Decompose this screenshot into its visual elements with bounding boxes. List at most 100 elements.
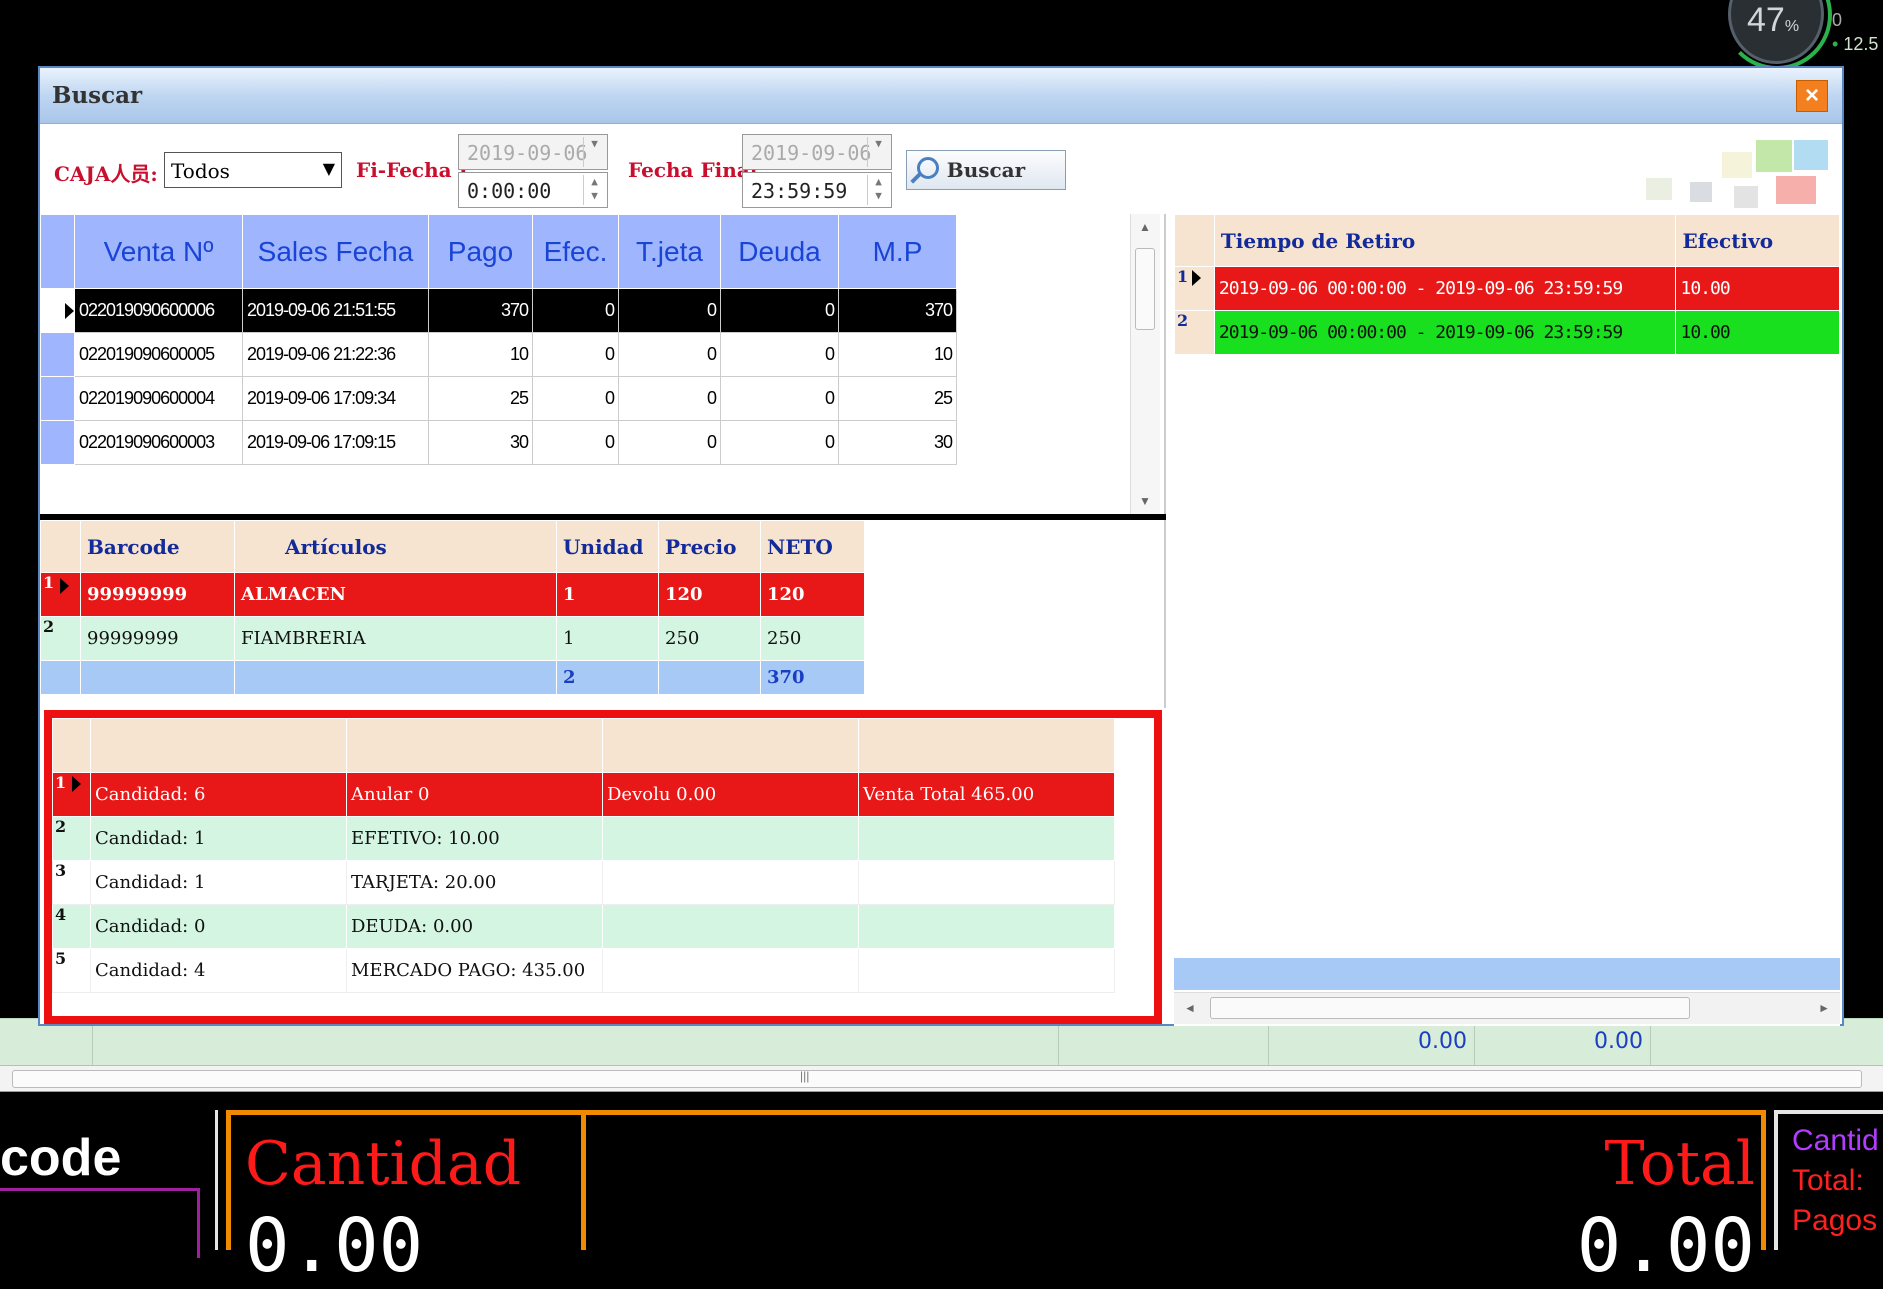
dropdown-arrow-icon[interactable]: ▼ <box>583 137 605 167</box>
row-header[interactable]: 1 <box>40 572 81 617</box>
table-row[interactable]: 1 2019-09-06 00:00:00 - 2019-09-06 23:59… <box>1174 266 1840 311</box>
table-cell: 250 <box>760 616 865 661</box>
table-row[interactable]: 022019090600006 2019-09-06 21:51:55 370 … <box>40 288 957 333</box>
network-indicator: 0 • 12.5 <box>1832 10 1879 54</box>
row-header[interactable] <box>40 420 75 465</box>
start-time-field[interactable]: 0:00:00 ▲ ▼ <box>458 172 608 208</box>
table-row[interactable]: 3 Candidad: 1 TARJETA: 20.00 <box>52 860 1115 905</box>
table-cell <box>602 904 859 949</box>
totals-row: 2 370 <box>40 660 865 695</box>
row-header[interactable] <box>40 376 75 421</box>
table-row[interactable]: 1 Candidad: 6 Anular 0 Devolu 0.00 Venta… <box>52 772 1115 817</box>
table-row[interactable]: 5 Candidad: 4 MERCADO PAGO: 435.00 <box>52 948 1115 993</box>
table-row[interactable]: 022019090600004 2019-09-06 17:09:34 25 0… <box>40 376 957 421</box>
column-header[interactable] <box>858 718 1115 773</box>
total-value: 0.00 <box>1576 1203 1755 1289</box>
row-header[interactable]: 2 <box>40 616 81 661</box>
column-header[interactable]: Unidad <box>556 520 659 573</box>
quantity-label: Cantidad <box>245 1129 522 1199</box>
row-header-corner <box>52 718 91 773</box>
row-header-corner <box>40 520 81 573</box>
cashier-select[interactable]: Todos ▼ <box>164 152 342 188</box>
table-row[interactable]: 022019090600005 2019-09-06 21:22:36 10 0… <box>40 332 957 377</box>
summary-frame: 1 Candidad: 6 Anular 0 Devolu 0.00 Venta… <box>44 710 1162 1024</box>
table-cell: ALMACEN <box>234 572 557 617</box>
end-date-field[interactable]: 2019-09-06 ▼ <box>742 134 892 170</box>
row-header[interactable]: 1 <box>52 772 91 817</box>
scroll-thumb[interactable] <box>1135 248 1155 330</box>
gauge-unit: % <box>1784 18 1800 35</box>
scroll-down-icon[interactable]: ▼ <box>1139 494 1151 508</box>
column-header[interactable]: Deuda <box>720 214 839 289</box>
dialog-titlebar[interactable]: Buscar × <box>40 68 1842 124</box>
withdrawals-table: Tiempo de Retiro Efectivo 1 2019-09-06 0… <box>1174 214 1840 355</box>
sales-vertical-scrollbar[interactable]: ▲ ▼ <box>1130 214 1160 514</box>
row-header[interactable]: 5 <box>52 948 91 993</box>
table-cell: 022019090600006 <box>74 288 243 333</box>
close-button[interactable]: × <box>1796 80 1828 112</box>
table-row[interactable]: 022019090600003 2019-09-06 17:09:15 30 0… <box>40 420 957 465</box>
column-header[interactable]: Barcode <box>80 520 235 573</box>
row-header[interactable]: 2 <box>52 816 91 861</box>
items-table: Barcode Artículos Unidad Precio NETO 1 9… <box>40 520 865 695</box>
table-row[interactable]: 4 Candidad: 0 DEUDA: 0.00 <box>52 904 1115 949</box>
table-row[interactable]: 2 2019-09-06 00:00:00 - 2019-09-06 23:59… <box>1174 310 1840 355</box>
column-header[interactable]: M.P <box>838 214 957 289</box>
table-cell: MERCADO PAGO: 435.00 <box>346 948 603 993</box>
status-value-2: 0.00 <box>1594 1029 1643 1054</box>
column-header[interactable] <box>90 718 347 773</box>
spinner-icon[interactable]: ▲ ▼ <box>867 175 889 205</box>
row-header[interactable]: 4 <box>52 904 91 949</box>
current-row-arrow-icon <box>65 303 74 320</box>
end-date-label: Fecha Final <box>628 158 758 182</box>
column-header[interactable]: T.jeta <box>618 214 721 289</box>
scroll-thumb[interactable] <box>1210 997 1690 1019</box>
column-header[interactable] <box>346 718 603 773</box>
column-header[interactable]: Precio <box>658 520 761 573</box>
table-cell: 0 <box>532 420 619 465</box>
column-header[interactable]: Pago <box>428 214 533 289</box>
column-header[interactable]: Venta Nº <box>74 214 243 289</box>
end-time-field[interactable]: 23:59:59 ▲ ▼ <box>742 172 892 208</box>
table-cell: 25 <box>428 376 533 421</box>
row-header[interactable] <box>40 332 75 377</box>
table-cell: 370 <box>428 288 533 333</box>
row-number: 1 <box>55 773 67 793</box>
column-header[interactable]: NETO <box>760 520 865 573</box>
withdrawals-horizontal-scrollbar[interactable]: ◄ ► <box>1174 992 1840 1024</box>
total-panel: Total 0.00 <box>586 1110 1766 1289</box>
scroll-up-icon[interactable]: ▲ <box>1139 220 1151 234</box>
column-header[interactable]: Efectivo <box>1675 214 1840 267</box>
column-header[interactable]: Sales Fecha <box>242 214 429 289</box>
column-header[interactable]: Artículos <box>234 520 557 573</box>
search-button[interactable]: Buscar <box>906 150 1066 190</box>
table-cell: 2019-09-06 00:00:00 - 2019-09-06 23:59:5… <box>1213 266 1677 311</box>
table-row[interactable]: 2 99999999 FIAMBRERIA 1 250 250 <box>40 616 865 661</box>
row-header-corner <box>1174 214 1215 267</box>
cashier-label: CAJA人员: <box>54 162 158 186</box>
scroll-right-icon[interactable]: ► <box>1818 1001 1830 1015</box>
spinner-icon[interactable]: ▲ ▼ <box>583 175 605 205</box>
row-header[interactable] <box>40 288 75 333</box>
table-cell: Candidad: 1 <box>90 860 347 905</box>
column-header[interactable]: Efec. <box>532 214 619 289</box>
scroll-left-icon[interactable]: ◄ <box>1184 1001 1196 1015</box>
column-header[interactable]: Tiempo de Retiro <box>1213 214 1677 267</box>
column-header[interactable] <box>602 718 859 773</box>
barcode-input[interactable] <box>0 1188 200 1258</box>
row-header[interactable]: 3 <box>52 860 91 905</box>
table-cell: 2019-09-06 17:09:15 <box>242 420 429 465</box>
start-date-label: Fi-Fecha I <box>356 158 468 182</box>
table-row[interactable]: 2 Candidad: 1 EFETIVO: 10.00 <box>52 816 1115 861</box>
row-header[interactable]: 1 <box>1174 266 1215 311</box>
start-time-value: 0:00:00 <box>467 179 552 203</box>
background-horizontal-scrollbar[interactable]: ||| <box>0 1066 1883 1092</box>
row-header[interactable]: 2 <box>1174 310 1215 355</box>
scroll-thumb[interactable] <box>12 1070 1862 1088</box>
table-row[interactable]: 1 99999999 ALMACEN 1 120 120 <box>40 572 865 617</box>
start-date-field[interactable]: 2019-09-06 ▼ <box>458 134 608 170</box>
table-cell: TARJETA: 20.00 <box>346 860 603 905</box>
dropdown-arrow-icon[interactable]: ▼ <box>867 137 889 167</box>
table-cell: 2019-09-06 17:09:34 <box>242 376 429 421</box>
table-cell: 022019090600004 <box>74 376 243 421</box>
